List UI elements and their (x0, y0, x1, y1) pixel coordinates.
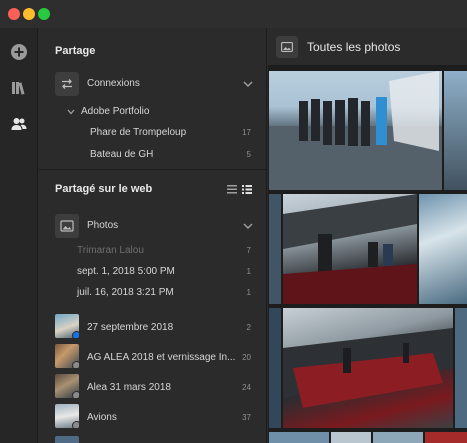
transfer-icon (62, 79, 72, 89)
library-button[interactable] (5, 74, 33, 102)
add-photos-button[interactable] (5, 38, 33, 66)
check-badge-icon (72, 361, 79, 368)
web-photos-label: Photos (87, 220, 119, 231)
photo-thumbnail[interactable] (283, 308, 453, 428)
album-count: 20 (242, 353, 251, 362)
photos-tile (55, 214, 79, 238)
album-item-avions[interactable]: Avions 37 (39, 404, 266, 432)
page-title: Toutes les photos (307, 40, 401, 54)
photo-thumbnail[interactable] (444, 71, 467, 190)
album-thumbnail (55, 374, 79, 398)
album-label: AG ALEA 2018 et vernissage In... (87, 352, 236, 363)
portfolio-item-label: Phare de Trompeloup (90, 127, 187, 138)
photo-thumbnail[interactable] (331, 432, 371, 443)
chevron-down-small-icon (67, 109, 75, 115)
portfolio-item-phare[interactable]: Phare de Trompeloup 17 (39, 122, 266, 146)
people-icon (11, 118, 27, 130)
check-badge-icon (72, 391, 79, 398)
photo-thumbnail[interactable] (419, 194, 467, 304)
album-thumbnail (55, 344, 79, 368)
portfolio-item-bateau[interactable]: Bateau de GH 5 (39, 144, 266, 168)
chevron-down-icon (243, 81, 253, 87)
photo-thumbnail[interactable] (269, 432, 329, 443)
album-count: 37 (242, 413, 251, 422)
album-label: 27 septembre 2018 (87, 322, 174, 333)
list-view-icon[interactable] (227, 185, 237, 194)
main-header: Toutes les photos (268, 28, 467, 66)
photo-icon (281, 42, 293, 52)
album-count: 24 (242, 383, 251, 392)
connections-tile (55, 72, 79, 96)
album-item-27-sept[interactable]: 27 septembre 2018 2 (39, 314, 266, 342)
library-icon (12, 82, 25, 95)
album-count: 1 (246, 267, 251, 276)
album-label: Trimaran Lalou (77, 245, 144, 256)
album-count: 1 (246, 288, 251, 297)
section-divider (39, 169, 266, 170)
photo-thumbnail[interactable] (283, 194, 417, 304)
album-item-ag-alea[interactable]: AG ALEA 2018 et vernissage In... 20 (39, 344, 266, 372)
photo-thumbnail[interactable] (269, 194, 281, 304)
photo-thumbnail[interactable] (455, 308, 467, 428)
album-count: 7 (246, 246, 251, 255)
album-label: Avions (87, 412, 117, 423)
close-window-button[interactable] (8, 8, 20, 20)
album-thumbnail (55, 404, 79, 428)
sharing-section-title: Partage (55, 45, 96, 57)
album-count: 2 (246, 323, 251, 332)
album-item-partial[interactable] (39, 436, 266, 443)
album-label: Alea 31 mars 2018 (87, 382, 171, 393)
photo-thumbnail[interactable] (373, 432, 423, 443)
main-header-tile (276, 36, 298, 58)
shared-badge-icon (72, 331, 79, 338)
album-item-alea-mars[interactable]: Alea 31 mars 2018 24 (39, 374, 266, 402)
portfolio-item-count: 17 (242, 128, 251, 137)
photo-thumbnail[interactable] (269, 71, 442, 190)
web-photos-row[interactable]: Photos (39, 212, 266, 240)
photo-icon (60, 220, 74, 232)
portfolio-item-count: 5 (246, 150, 251, 159)
detail-list-view-icon[interactable] (242, 185, 252, 194)
left-rail (0, 28, 38, 443)
web-section-title: Partagé sur le web (55, 183, 153, 195)
main-photo-grid: Toutes les photos (268, 28, 467, 443)
adobe-portfolio-label: Adobe Portfolio (81, 106, 150, 117)
photo-thumbnail[interactable] (425, 432, 467, 443)
album-label: sept. 1, 2018 5:00 PM (77, 266, 175, 277)
connections-label: Connexions (87, 78, 140, 89)
zoom-window-button[interactable] (38, 8, 50, 20)
album-item-juil[interactable]: juil. 16, 2018 3:21 PM 1 (39, 282, 266, 306)
photo-thumbnail[interactable] (269, 308, 281, 428)
connections-row[interactable]: Connexions (39, 70, 266, 98)
portfolio-item-label: Bateau de GH (90, 149, 154, 160)
app-window: Partage Connexions Adobe Portfolio Phare… (0, 0, 467, 443)
sharing-panel: Partage Connexions Adobe Portfolio Phare… (39, 28, 267, 443)
album-thumbnail (55, 436, 79, 443)
album-label: juil. 16, 2018 3:21 PM (77, 287, 174, 298)
sharing-button[interactable] (5, 110, 33, 138)
add-icon (11, 44, 27, 60)
chevron-down-icon (243, 223, 253, 229)
minimize-window-button[interactable] (23, 8, 35, 20)
check-badge-icon (72, 421, 79, 428)
album-thumbnail (55, 314, 79, 338)
title-bar (0, 0, 467, 28)
